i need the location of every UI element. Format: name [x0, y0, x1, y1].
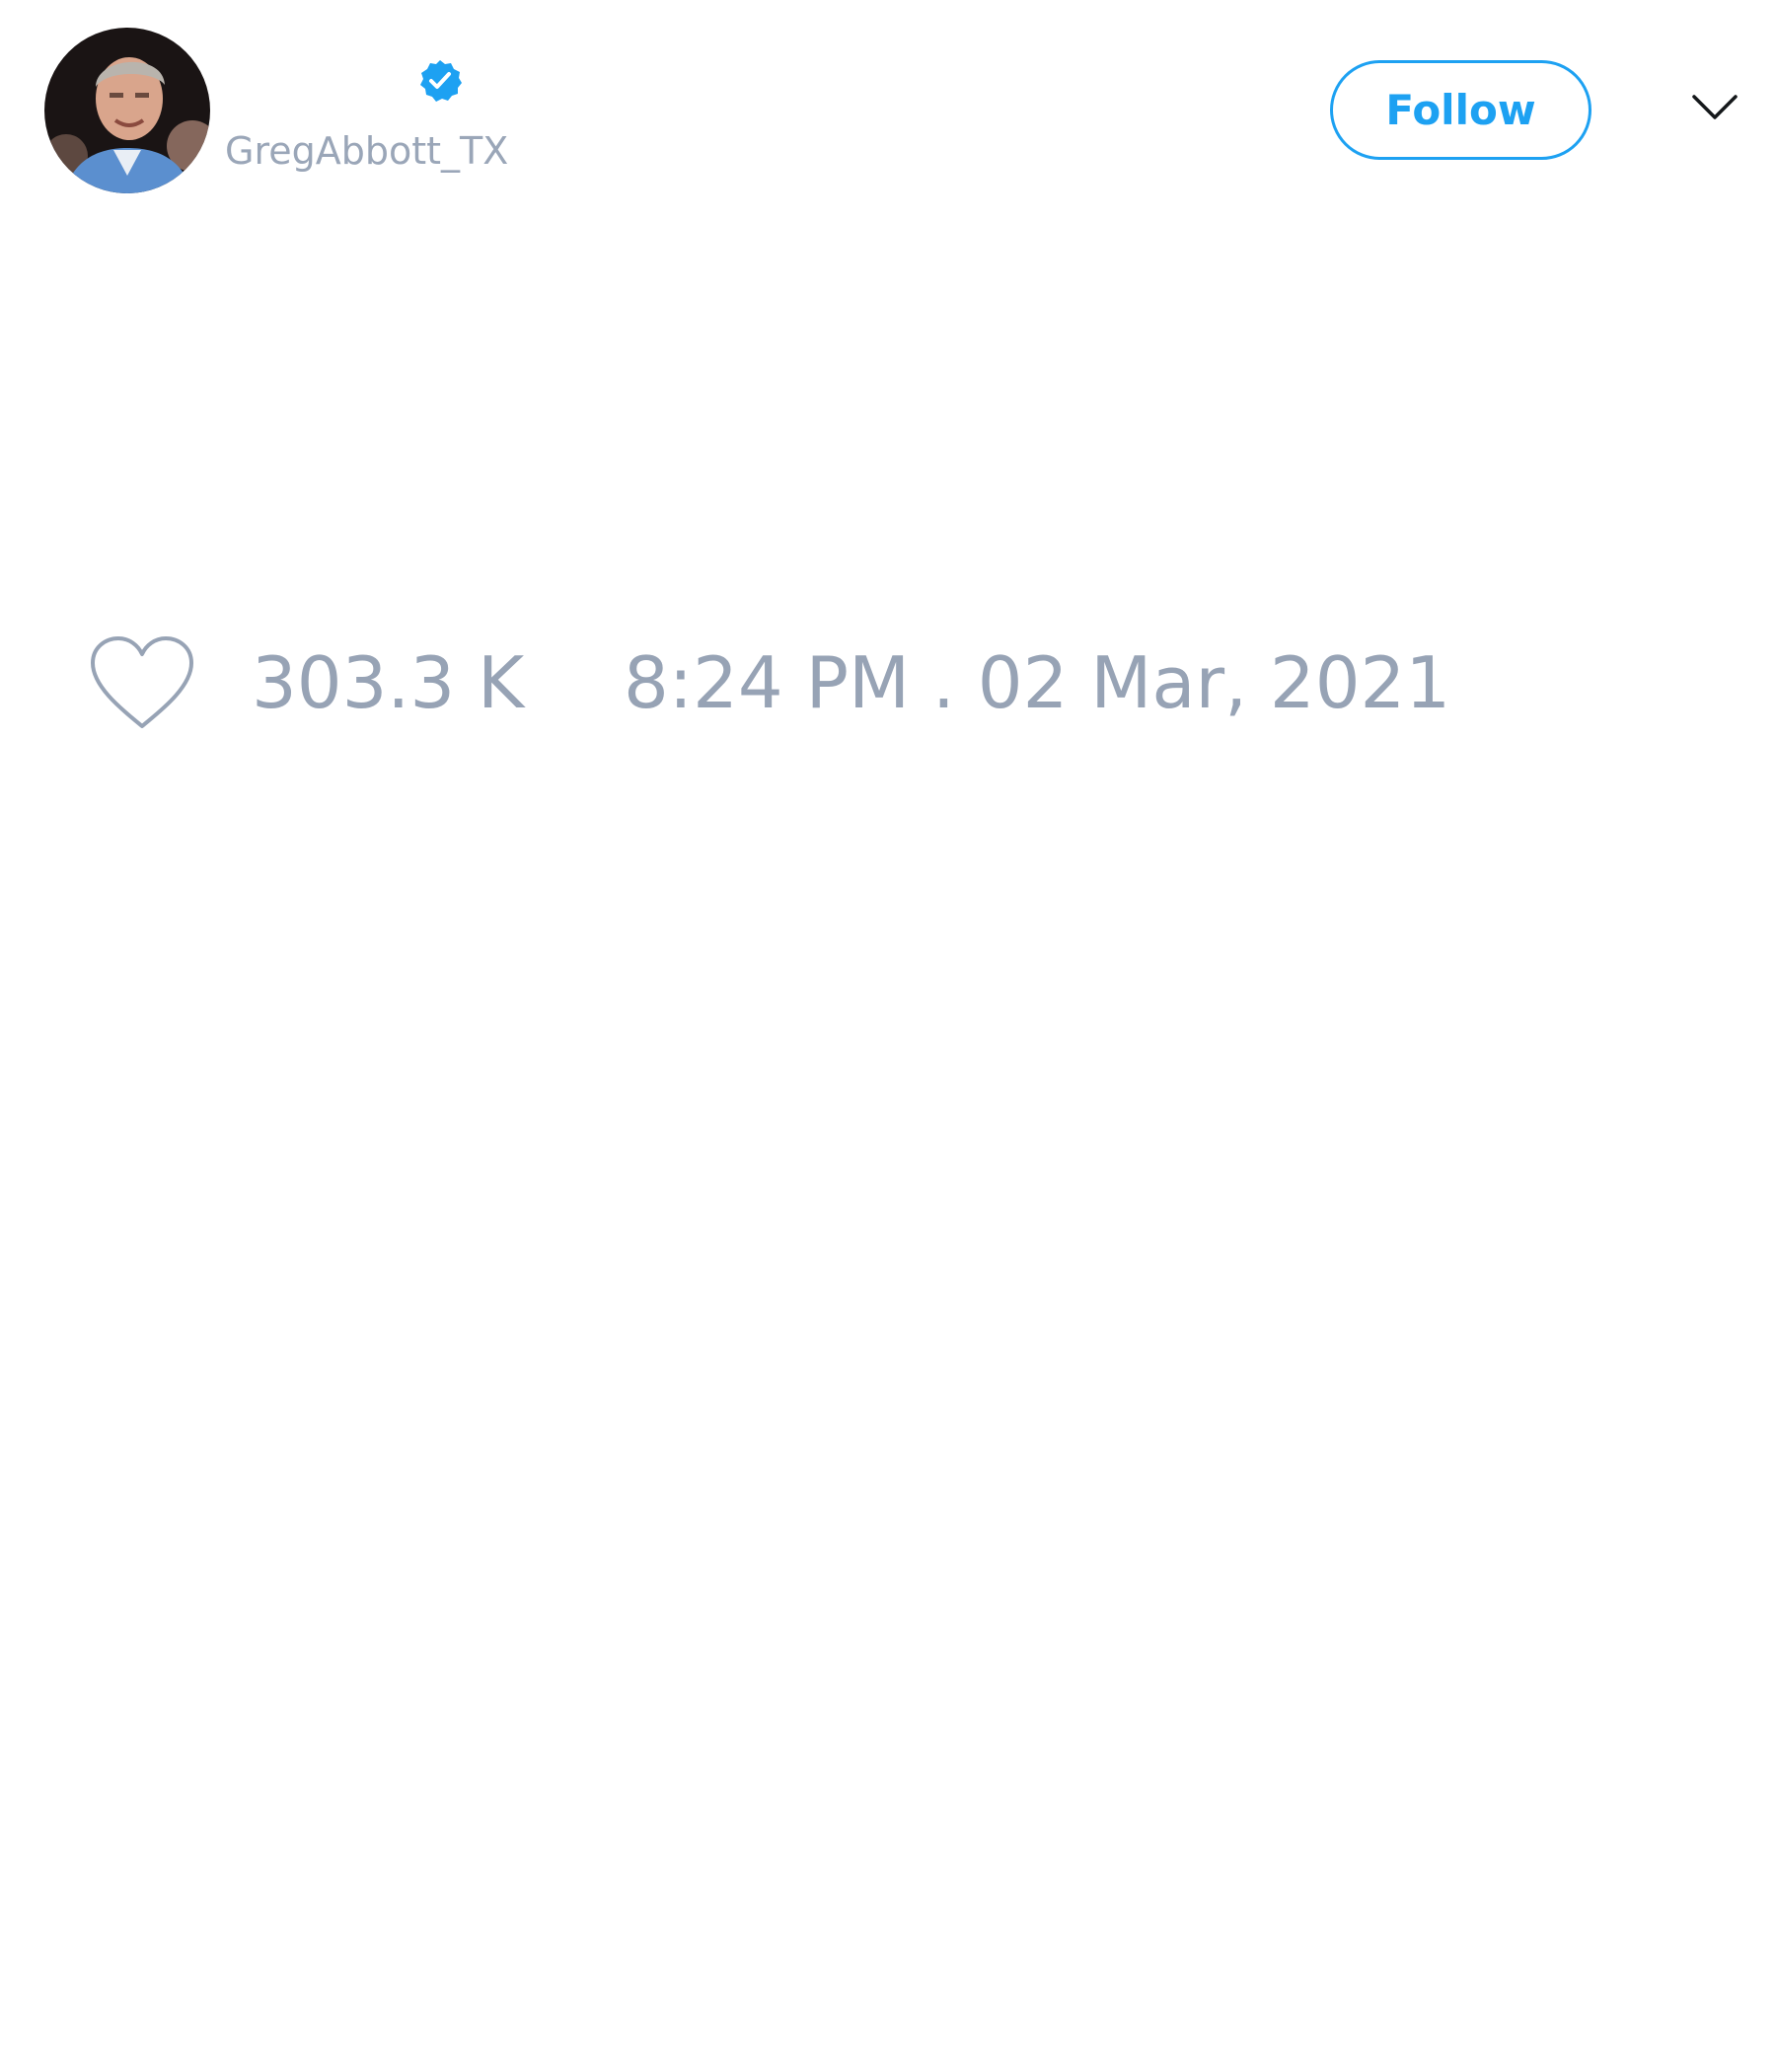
like-count: 303.3 K [252, 641, 525, 724]
author-handle[interactable]: GregAbbott_TX [225, 126, 508, 176]
heart-outline-icon[interactable] [89, 635, 195, 730]
profile-photo [44, 28, 210, 193]
follow-button[interactable]: Follow [1330, 60, 1591, 160]
chevron-down-icon[interactable] [1691, 91, 1739, 124]
tweet-timestamp[interactable]: 8:24 PM . 02 Mar, 2021 [624, 641, 1450, 724]
avatar[interactable] [44, 28, 210, 193]
verified-badge-icon [417, 58, 463, 104]
